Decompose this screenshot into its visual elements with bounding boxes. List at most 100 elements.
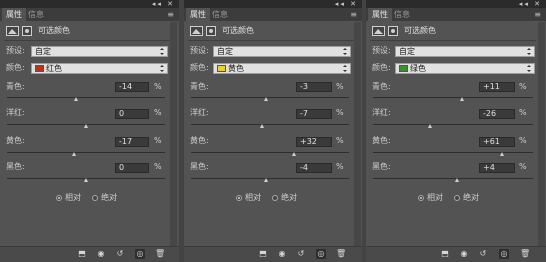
black-slider-track[interactable] — [373, 178, 533, 179]
preset-dropdown[interactable]: 自定 — [395, 46, 535, 57]
scrollbar[interactable] — [170, 22, 177, 246]
clip-to-layer-icon[interactable]: ⬒ — [77, 249, 87, 259]
panel-title: 可选颜色 — [404, 26, 436, 35]
view-previous-state-icon[interactable]: ◉ — [459, 249, 469, 259]
yellow-input[interactable]: +32 — [296, 137, 332, 147]
collapse-close-icons[interactable]: ◂◂ ✕ — [519, 0, 542, 8]
yellow-slider-track[interactable] — [7, 152, 165, 153]
relative-radio[interactable] — [56, 195, 62, 201]
cyan-input[interactable]: +11 — [479, 82, 515, 92]
delete-icon[interactable]: 🗑 — [336, 249, 346, 259]
colors-dropdown[interactable]: 绿色 — [395, 63, 535, 74]
cyan-slider-track[interactable] — [7, 97, 165, 98]
panel-title: 可选颜色 — [38, 26, 70, 35]
collapse-close-icons[interactable]: ◂◂ ✕ — [335, 0, 358, 8]
yellow-slider-track[interactable] — [191, 152, 349, 153]
visibility-eye-icon[interactable]: ◎ — [135, 249, 145, 259]
preset-value: 自定 — [399, 47, 415, 56]
panel-title-bar: ◂◂ ✕ — [0, 0, 179, 8]
magenta-slider-handle[interactable] — [260, 124, 264, 128]
magenta-input[interactable]: -7 — [296, 109, 332, 119]
magenta-label: 洋红: — [372, 108, 391, 117]
yellow-slider-handle[interactable] — [72, 152, 76, 156]
tab-properties[interactable]: 属性 — [2, 8, 26, 21]
yellow-slider-track[interactable] — [373, 152, 533, 153]
cyan-input[interactable]: -14 — [115, 82, 149, 92]
black-slider-handle[interactable] — [264, 178, 268, 182]
visibility-eye-icon[interactable]: ◎ — [499, 249, 509, 259]
absolute-label: 绝对 — [463, 193, 479, 202]
black-label: 黑色: — [190, 162, 209, 171]
absolute-radio[interactable] — [272, 195, 278, 201]
dropdown-arrow-icon — [527, 65, 532, 72]
tab-properties[interactable]: 属性 — [186, 8, 210, 21]
clip-to-layer-icon[interactable]: ⬒ — [440, 249, 450, 259]
magenta-slider-handle[interactable] — [428, 124, 432, 128]
black-input[interactable]: -4 — [296, 163, 332, 173]
black-slider-handle[interactable] — [455, 178, 459, 182]
reset-icon[interactable]: ↺ — [296, 249, 306, 259]
preset-dropdown[interactable]: 自定 — [213, 46, 351, 57]
scrollbar[interactable] — [538, 22, 545, 246]
clip-to-layer-icon[interactable]: ⬒ — [258, 249, 268, 259]
properties-panel-reds: ◂◂ ✕ 属性 信息 ≡ 可选颜色 预设: 自定 颜色: 红色 青色: -14 … — [0, 0, 179, 262]
colors-dropdown[interactable]: 黄色 — [213, 63, 351, 74]
black-input[interactable]: +4 — [479, 163, 515, 173]
tab-info[interactable]: 信息 — [208, 8, 232, 21]
cyan-input[interactable]: -3 — [296, 82, 332, 92]
cyan-percent: % — [154, 82, 162, 91]
yellow-input[interactable]: -17 — [115, 137, 149, 147]
delete-icon[interactable]: 🗑 — [155, 249, 165, 259]
preset-value: 自定 — [217, 47, 233, 56]
preset-value: 自定 — [35, 47, 51, 56]
magenta-slider-track[interactable] — [191, 124, 349, 125]
cyan-slider-track[interactable] — [373, 97, 533, 98]
magenta-slider-track[interactable] — [373, 124, 533, 125]
colors-value: 绿色 — [410, 64, 426, 73]
black-slider-handle[interactable] — [84, 178, 88, 182]
yellow-percent: % — [519, 136, 527, 145]
cyan-label: 青色: — [372, 82, 391, 91]
panel-menu-icon[interactable]: ≡ — [534, 9, 541, 20]
view-previous-state-icon[interactable]: ◉ — [277, 249, 287, 259]
magenta-label: 洋红: — [190, 108, 209, 117]
colors-dropdown[interactable]: 红色 — [31, 63, 168, 74]
delete-icon[interactable]: 🗑 — [520, 249, 530, 259]
black-label: 黑色: — [372, 162, 391, 171]
dropdown-arrow-icon — [343, 65, 348, 72]
colors-value: 黄色 — [228, 64, 244, 73]
scrollbar[interactable] — [354, 22, 361, 246]
magenta-input[interactable]: 0 — [115, 109, 149, 119]
yellow-slider-handle[interactable] — [500, 152, 504, 156]
black-label: 黑色: — [6, 162, 25, 171]
black-input[interactable]: 0 — [115, 163, 149, 173]
cyan-slider-track[interactable] — [191, 97, 349, 98]
relative-radio[interactable] — [418, 195, 424, 201]
visibility-eye-icon[interactable]: ◎ — [316, 249, 326, 259]
cyan-slider-handle[interactable] — [264, 97, 268, 101]
layer-mask-icon — [388, 26, 398, 36]
cyan-slider-handle[interactable] — [460, 97, 464, 101]
view-previous-state-icon[interactable]: ◉ — [96, 249, 106, 259]
tab-info[interactable]: 信息 — [390, 8, 414, 21]
black-slider-track[interactable] — [191, 178, 349, 179]
tab-info[interactable]: 信息 — [24, 8, 48, 21]
relative-radio[interactable] — [236, 195, 242, 201]
color-swatch — [35, 65, 44, 72]
preset-dropdown[interactable]: 自定 — [31, 46, 168, 57]
reset-icon[interactable]: ↺ — [478, 249, 488, 259]
reset-icon[interactable]: ↺ — [115, 249, 125, 259]
panel-menu-icon[interactable]: ≡ — [167, 9, 174, 20]
yellow-slider-handle[interactable] — [292, 152, 296, 156]
panel-menu-icon[interactable]: ≡ — [350, 9, 357, 20]
magenta-slider-handle[interactable] — [84, 124, 88, 128]
tab-properties[interactable]: 属性 — [368, 8, 392, 21]
absolute-radio[interactable] — [92, 195, 98, 201]
magenta-input[interactable]: -26 — [479, 109, 515, 119]
yellow-label: 黄色: — [190, 136, 209, 145]
absolute-label: 绝对 — [281, 193, 297, 202]
yellow-input[interactable]: +61 — [479, 137, 515, 147]
collapse-close-icons[interactable]: ◂◂ ✕ — [152, 0, 175, 8]
cyan-slider-handle[interactable] — [74, 97, 78, 101]
absolute-radio[interactable] — [454, 195, 460, 201]
